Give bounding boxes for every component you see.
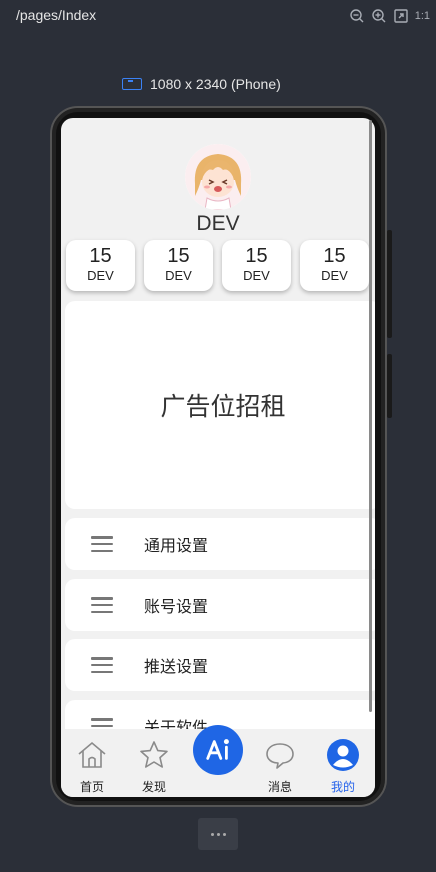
tab-home[interactable]: 首页 [61,729,123,797]
scrollbar[interactable] [369,120,372,712]
message-icon [266,743,294,769]
tab-discover[interactable]: 发现 [123,729,185,797]
power-button [387,354,392,418]
ad-text: 广告位招租 [160,392,286,421]
avatar[interactable] [185,144,251,210]
menu-item-push-settings[interactable]: 推送设置 [65,639,375,691]
device-label: 1080 x 2340 (Phone) [150,76,281,92]
stat-card[interactable]: 15 DEV [300,240,369,291]
tab-label: 发现 [141,780,166,794]
tab-mine[interactable]: 我的 [312,729,374,797]
menu-item-label: 通用设置 [144,536,209,555]
menu-item-label: 推送设置 [144,657,209,676]
menu-icon [91,536,113,552]
ratio-button[interactable]: 1:1 [415,8,430,24]
tab-label: 消息 [267,780,292,794]
star-icon [140,741,168,768]
menu-item-account-settings[interactable]: 账号设置 [65,579,375,631]
stat-value: 15 [167,245,190,267]
zoom-out-icon[interactable] [349,8,365,24]
menu-icon [91,597,113,613]
stats-row: 15 DEV 15 DEV 15 DEV 15 DEV [66,240,369,291]
zoom-in-icon[interactable] [371,8,387,24]
stat-card[interactable]: 15 DEV [66,240,135,291]
ad-banner[interactable]: 广告位招租 [65,301,375,509]
stat-label: DEV [165,268,192,283]
user-icon [327,739,359,771]
previewer-toolbar: /pages/Index 1:1 [0,0,436,32]
page-route: /pages/Index [16,7,97,23]
volume-button [387,230,392,338]
device-selector[interactable]: 1080 x 2340 (Phone) [122,76,281,92]
stat-card[interactable]: 15 DEV [144,240,213,291]
menu-item-general-settings[interactable]: 通用设置 [65,518,375,570]
menu-item-label: 账号设置 [144,597,209,616]
toolbar-icons: 1:1 [349,8,430,24]
username: DEV [196,212,240,235]
stat-value: 15 [245,245,268,267]
stat-card[interactable]: 15 DEV [222,240,291,291]
ai-button[interactable] [193,725,243,775]
stat-value: 15 [323,245,346,267]
menu-icon [91,657,113,673]
device-icon [122,78,142,90]
stat-label: DEV [87,268,114,283]
home-icon [78,741,106,768]
tab-label: 首页 [79,780,104,794]
dot-icon [210,832,214,836]
tab-messages[interactable]: 消息 [249,729,311,797]
phone-screen: DEV 15 DEV 15 DEV 15 DEV 15 DEV 广告位招租 通用… [61,118,375,797]
tab-bar: 首页 发现 消息 我的 [61,725,375,797]
stat-label: DEV [321,268,348,283]
dot-icon [216,832,220,836]
stat-label: DEV [243,268,270,283]
tab-label: 我的 [330,780,355,794]
ai-icon [206,739,229,760]
fit-screen-icon[interactable] [393,8,409,24]
dot-icon [222,832,226,836]
stat-value: 15 [89,245,112,267]
more-button[interactable] [198,818,238,850]
